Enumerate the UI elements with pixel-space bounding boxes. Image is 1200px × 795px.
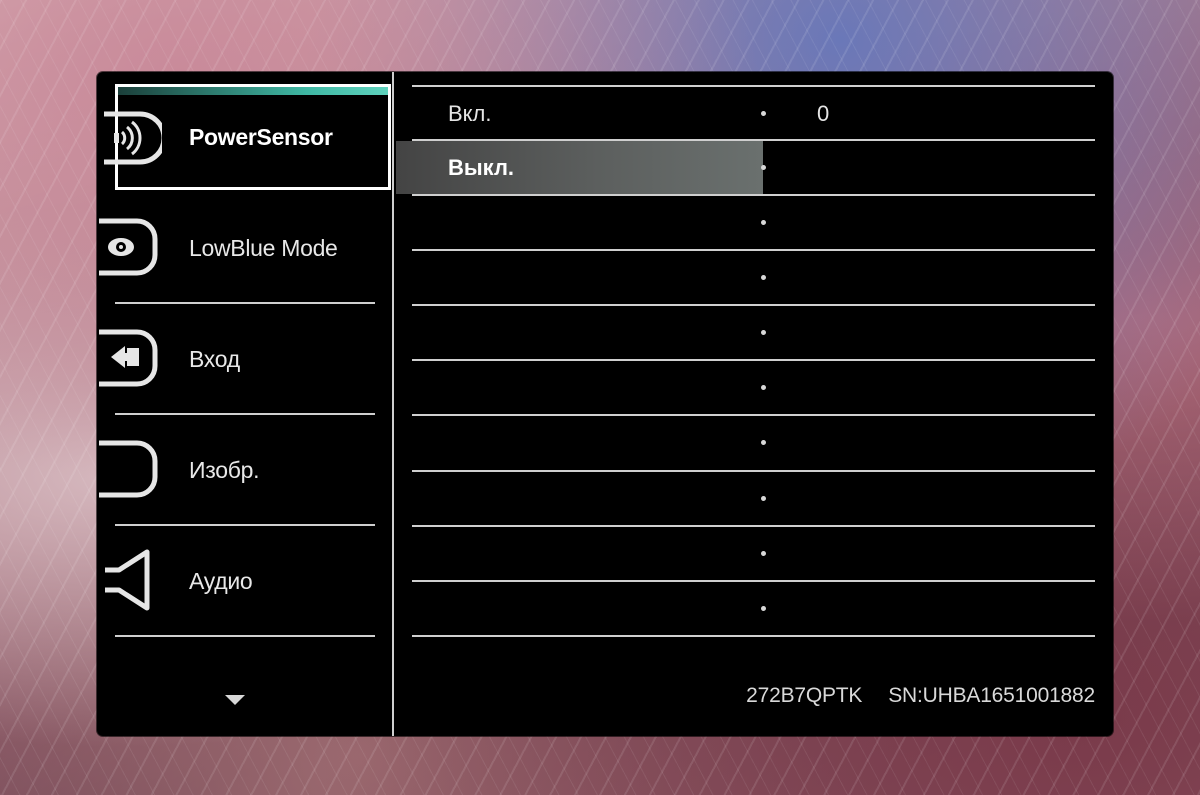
bullet-dot: [761, 165, 766, 170]
bullet-dot: [761, 330, 766, 335]
menu-item-powersensor[interactable]: PowerSensor: [104, 84, 391, 190]
bullet-dot: [761, 606, 766, 611]
power-sensor-icon: [100, 106, 162, 170]
menu-item-label: Изобр.: [189, 457, 260, 483]
option-row-off[interactable]: Выкл.: [396, 141, 1113, 194]
option-row-empty: [396, 361, 1113, 414]
option-value: 0: [817, 100, 830, 126]
option-row-on[interactable]: Вкл. 0: [396, 87, 1113, 140]
serial-number: SN:UHBA1651001882: [888, 684, 1095, 707]
bullet-dot: [761, 220, 766, 225]
options-panel: Вкл. 0 Выкл. 272B7QPTK SN:UHBA1651001882: [396, 72, 1113, 736]
chevron-down-icon[interactable]: [225, 694, 245, 706]
main-menu: PowerSensor LowBlue Mode Вход Изобр. Ауд…: [97, 72, 394, 736]
option-label: Выкл.: [448, 154, 515, 180]
menu-item-picture[interactable]: Изобр.: [97, 415, 393, 526]
option-row-empty: [396, 416, 1113, 469]
menu-item-label: LowBlue Mode: [189, 235, 338, 261]
osd-menu: PowerSensor LowBlue Mode Вход Изобр. Ауд…: [97, 72, 1113, 736]
bullet-dot: [761, 111, 766, 116]
menu-item-label: PowerSensor: [189, 123, 333, 150]
option-row-empty: [396, 472, 1113, 525]
option-label: Вкл.: [448, 100, 492, 126]
speaker-icon: [97, 548, 159, 612]
option-row-empty: [396, 527, 1113, 580]
menu-item-lowblue-mode[interactable]: LowBlue Mode: [97, 193, 393, 304]
input-icon: [97, 326, 159, 390]
option-row-empty: [396, 196, 1113, 249]
option-row-empty: [396, 251, 1113, 304]
divider: [412, 635, 1095, 637]
menu-item-audio[interactable]: Аудио: [97, 526, 393, 637]
bullet-dot: [761, 275, 766, 280]
option-row-empty: [396, 306, 1113, 359]
menu-item-input[interactable]: Вход: [97, 304, 393, 415]
menu-item-label: Вход: [189, 346, 240, 372]
option-row-empty: [396, 582, 1113, 635]
menu-item-label: Аудио: [189, 568, 253, 594]
bullet-dot: [761, 440, 766, 445]
divider: [115, 635, 375, 637]
bullet-dot: [761, 385, 766, 390]
bullet-dot: [761, 496, 766, 501]
footer-info: 272B7QPTK SN:UHBA1651001882: [746, 684, 1095, 708]
bullet-dot: [761, 551, 766, 556]
eye-icon: [97, 215, 159, 279]
model-number: 272B7QPTK: [746, 684, 863, 707]
picture-icon: [97, 437, 159, 501]
